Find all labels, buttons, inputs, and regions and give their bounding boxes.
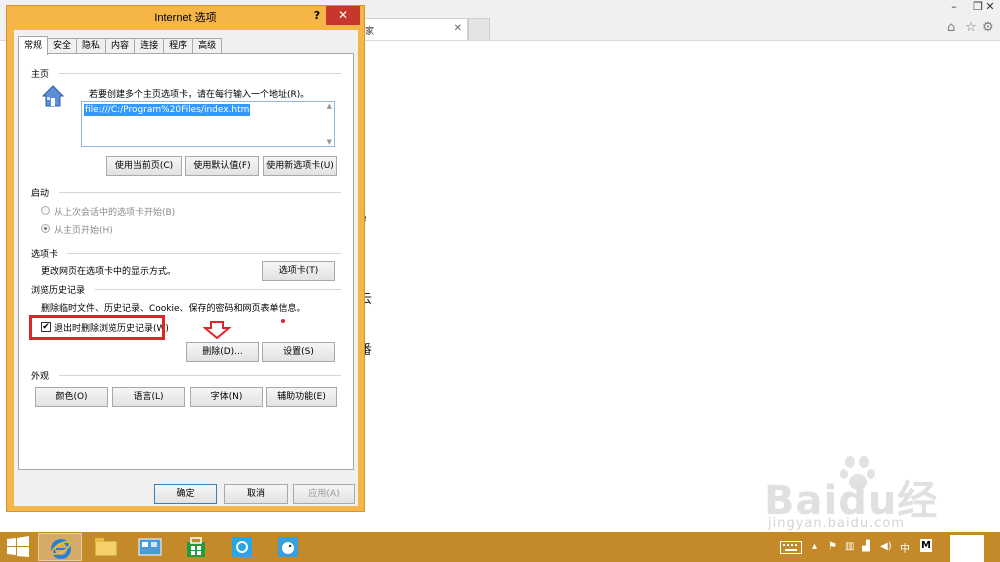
dialog-close-button[interactable]: ✕ <box>326 6 360 25</box>
section-divider <box>95 289 341 290</box>
window-close-icon[interactable]: ✕ <box>978 0 1000 14</box>
tab-content[interactable]: 内容 <box>105 38 136 54</box>
home-page-icon <box>41 85 65 107</box>
delete-history-button[interactable]: 删除(D)... <box>186 342 259 362</box>
ime-mode[interactable]: M <box>920 539 932 552</box>
minimize-icon[interactable]: – <box>942 0 966 14</box>
startup-last-session-radio[interactable] <box>41 206 50 215</box>
bird-app-icon <box>278 537 298 557</box>
internet-explorer-icon <box>51 539 71 559</box>
signal-icon[interactable]: ▟ <box>862 541 870 552</box>
section-divider <box>67 253 341 254</box>
show-hidden-icons[interactable]: ▴ <box>812 541 817 552</box>
baidu-watermark: Baidu经验 jingyan.baidu.com <box>752 452 972 562</box>
section-title-tabs: 选项卡 <box>31 250 59 260</box>
taskbar-qq-button[interactable] <box>220 533 264 561</box>
accessibility-button[interactable]: 辅助功能(E) <box>266 387 337 407</box>
homepage-description: 若要创建多个主页选项卡，请在每行输入一个地址(R)。 <box>89 90 310 100</box>
history-settings-button[interactable]: 设置(S) <box>262 342 335 362</box>
section-title-appearance: 外观 <box>31 372 50 382</box>
scroll-up-icon[interactable]: ▲ <box>327 102 332 110</box>
tab-programs[interactable]: 程序 <box>163 38 194 54</box>
tab-privacy[interactable]: 隐私 <box>76 38 107 54</box>
tab-general[interactable]: 常规 <box>18 36 49 55</box>
favorites-star-icon[interactable]: ☆ <box>965 20 977 35</box>
tab-advanced[interactable]: 高级 <box>192 38 223 54</box>
taskbar-store-button[interactable] <box>174 533 218 561</box>
homepage-url-value: file:///C:/Program%20Files/index.htm <box>84 104 251 116</box>
taskbar: ▴ ⚑ ▥ ▟ ◀) 中 M <box>0 532 1000 562</box>
internet-options-dialog: Internet 选项 ? ✕ 常规 安全 隐私 内容 连接 程序 高级 主页 … <box>6 5 365 512</box>
use-default-button[interactable]: 使用默认值(F) <box>185 156 259 176</box>
keyboard-icon[interactable] <box>780 541 802 554</box>
tab-strip: 常规 安全 隐私 内容 连接 程序 高级 <box>18 36 223 55</box>
history-description: 删除临时文件、历史记录、Cookie、保存的密码和网页表单信息。 <box>41 304 306 314</box>
taskbar-bird-app-button[interactable] <box>266 533 310 561</box>
homepage-url-textarea[interactable]: file:///C:/Program%20Files/index.htm ▲ ▼ <box>81 101 335 147</box>
new-tab-button[interactable] <box>468 18 490 40</box>
tab-security[interactable]: 安全 <box>47 38 78 54</box>
checkbox-highlight-frame <box>29 315 165 340</box>
red-dot-marker <box>281 319 285 323</box>
use-new-tab-button[interactable]: 使用新选项卡(U) <box>263 156 337 176</box>
dialog-body: 常规 安全 隐私 内容 连接 程序 高级 主页 若要创建多个主页选项卡，请在每行… <box>14 30 358 506</box>
folder-icon <box>94 538 118 557</box>
chat-app-icon <box>232 537 252 557</box>
cancel-button[interactable]: 取消 <box>224 484 288 504</box>
home-icon[interactable]: ⌂ <box>947 20 955 35</box>
tabs-settings-button[interactable]: 选项卡(T) <box>262 261 335 281</box>
section-title-startup: 启动 <box>31 189 50 199</box>
section-title-homepage: 主页 <box>31 70 50 80</box>
browser-tab-title: 家 <box>365 27 375 37</box>
tabs-description: 更改网页在选项卡中的显示方式。 <box>41 267 177 277</box>
languages-button[interactable]: 语言(L) <box>112 387 185 407</box>
network-icon[interactable]: ▥ <box>845 541 854 552</box>
ime-language[interactable]: 中 <box>900 540 910 555</box>
taskbar-app-button[interactable] <box>128 533 172 561</box>
store-icon <box>187 537 205 557</box>
section-divider <box>59 73 341 74</box>
section-title-history: 浏览历史记录 <box>31 286 86 296</box>
startup-last-session-label: 从上次会话中的选项卡开始(B) <box>54 208 176 218</box>
startup-homepage-radio[interactable] <box>41 224 50 233</box>
tab-connections[interactable]: 连接 <box>134 38 165 54</box>
section-divider <box>59 192 341 193</box>
red-arrow-down-icon <box>203 321 231 339</box>
startup-homepage-label: 从主页开始(H) <box>54 226 113 236</box>
help-button[interactable]: ? <box>308 8 326 24</box>
scroll-down-icon[interactable]: ▼ <box>327 138 332 146</box>
browser-tab[interactable]: 家 ✕ <box>356 18 468 40</box>
tab-close-icon[interactable]: ✕ <box>454 23 462 34</box>
taskbar-ie-button[interactable] <box>38 533 82 561</box>
general-tab-panel: 主页 若要创建多个主页选项卡，请在每行输入一个地址(R)。 file:///C:… <box>18 53 354 470</box>
ok-button[interactable]: 确定 <box>154 484 217 504</box>
apply-button[interactable]: 应用(A) <box>293 484 355 504</box>
clock-area[interactable] <box>950 535 984 562</box>
use-current-page-button[interactable]: 使用当前页(C) <box>106 156 182 176</box>
taskbar-explorer-button[interactable] <box>84 533 128 561</box>
control-panel-icon <box>138 538 162 556</box>
colors-button[interactable]: 颜色(O) <box>35 387 108 407</box>
flag-icon[interactable]: ⚑ <box>828 541 837 552</box>
volume-icon[interactable]: ◀) <box>880 541 892 552</box>
section-divider <box>59 375 341 376</box>
watermark-url: jingyan.baidu.com <box>768 516 905 531</box>
settings-gear-icon[interactable]: ⚙ <box>982 20 994 35</box>
fonts-button[interactable]: 字体(N) <box>190 387 263 407</box>
windows-start-icon[interactable] <box>6 536 30 558</box>
